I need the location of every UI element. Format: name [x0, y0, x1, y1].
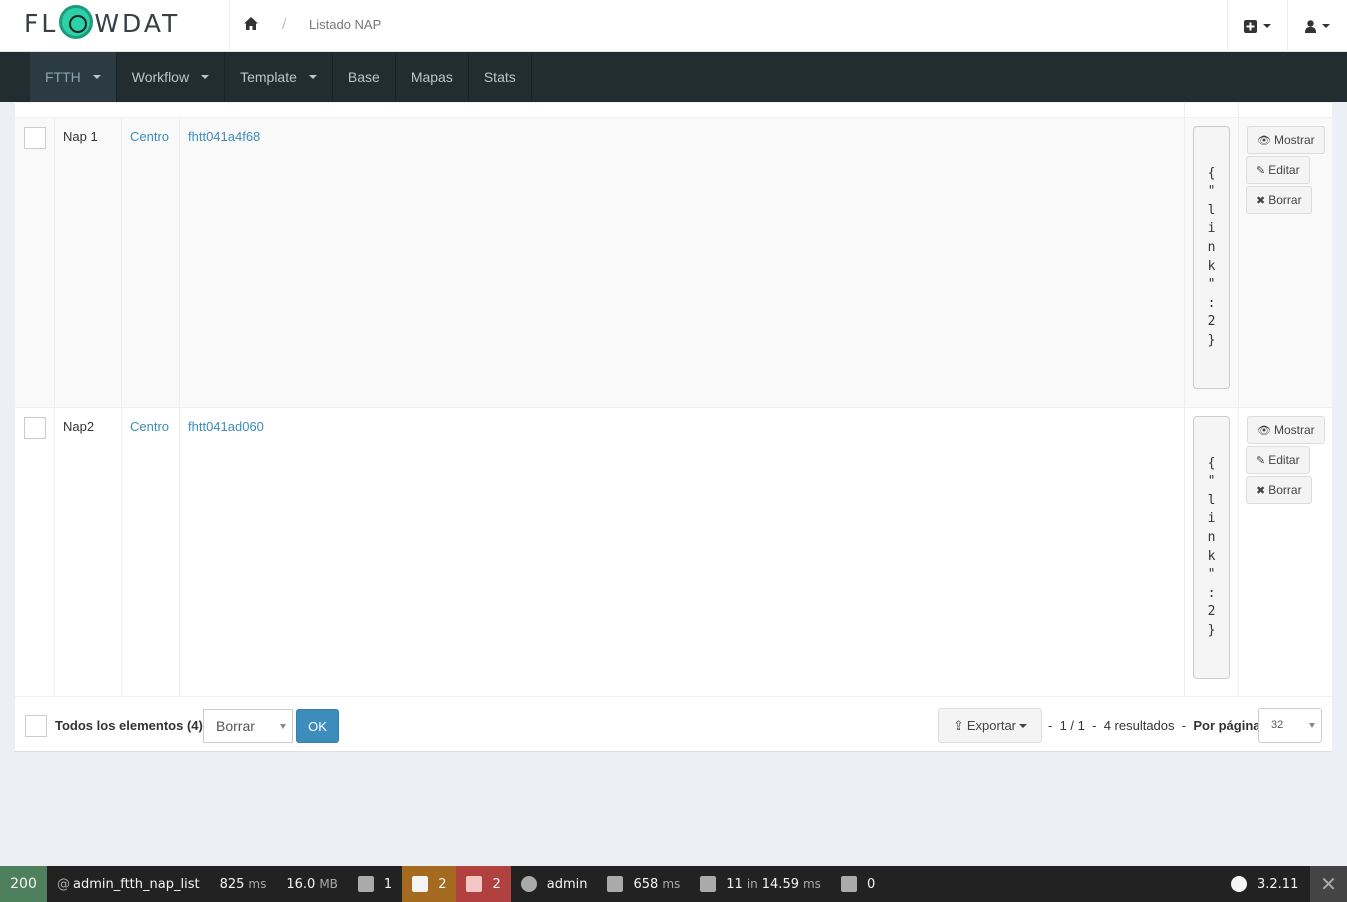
close-icon: ✕: [1320, 872, 1337, 896]
route-name[interactable]: @ admin_ftth_nap_list: [47, 866, 210, 902]
nav-base[interactable]: Base: [333, 52, 396, 102]
batch-action-select[interactable]: Borrar: [203, 709, 293, 743]
per-page-select[interactable]: 32: [1258, 708, 1322, 743]
nav-mapas[interactable]: Mapas: [396, 52, 469, 102]
database-panel[interactable]: 11 in 14.59 ms: [690, 866, 831, 902]
ok-button[interactable]: OK: [296, 709, 339, 743]
security-panel[interactable]: admin: [511, 866, 598, 902]
chevron-down-icon: [201, 75, 210, 79]
chevron-down-icon: [1263, 24, 1271, 28]
nap-name: Nap2: [63, 419, 95, 434]
chevron-down-icon: [92, 75, 101, 79]
status-code[interactable]: 200: [0, 866, 47, 902]
logs-panel[interactable]: 1: [348, 866, 402, 902]
zone-link[interactable]: Centro: [130, 419, 169, 434]
show-button[interactable]: 👁 Mostrar: [1247, 416, 1325, 444]
plus-square-icon: [1244, 19, 1257, 33]
nap-name: Nap 1: [63, 129, 98, 144]
export-button[interactable]: ⇪ Exportar: [938, 708, 1042, 743]
row-checkbox[interactable]: [24, 127, 46, 149]
json-data-box: { " l i n k " : 2 }: [1193, 126, 1230, 389]
pagination-info: - 1 / 1 - 4 resultados - Por página: [1048, 718, 1261, 733]
forms-panel[interactable]: 0: [831, 866, 885, 902]
table-row-partial: [15, 102, 1332, 117]
share-icon: ⇪: [952, 717, 964, 733]
render-time-panel[interactable]: 658 ms: [597, 866, 690, 902]
breadcrumb-current: Listado NAP: [309, 17, 382, 32]
breadcrumb-separator: /: [282, 17, 287, 32]
table-row: Nap 1 Centro fhtt041a4f68 { " l i n k " …: [15, 117, 1332, 407]
device-link[interactable]: fhtt041ad060: [188, 419, 264, 434]
home-icon[interactable]: [244, 17, 258, 31]
translations-panel[interactable]: 2: [456, 866, 511, 902]
eye-icon: 👁: [1257, 134, 1271, 147]
main-navbar: FTTH Workflow Template Base Mapas Stats: [0, 52, 1347, 102]
logo-circle-icon: [59, 5, 94, 39]
request-time[interactable]: 825 ms: [210, 866, 277, 902]
chevron-down-icon: [1322, 24, 1330, 28]
table-row: Nap2 Centro fhtt041ad060 { " l i n k " :…: [15, 407, 1332, 696]
timer-icon: [607, 876, 624, 892]
exclamation-icon: [412, 876, 429, 892]
user-menu-button[interactable]: [1287, 0, 1347, 52]
nav-template[interactable]: Template: [225, 52, 333, 102]
delete-button[interactable]: ✖ Borrar: [1246, 186, 1312, 214]
close-icon: ✖: [1256, 484, 1266, 497]
chevron-down-icon: [1019, 723, 1028, 728]
eye-icon: 👁: [1257, 424, 1271, 437]
close-icon: ✖: [1256, 194, 1266, 207]
device-link[interactable]: fhtt041a4f68: [188, 129, 260, 144]
add-menu-button[interactable]: [1227, 0, 1287, 52]
user-icon: [520, 876, 537, 892]
clipboard-icon: [357, 876, 374, 892]
logo-text: FL WDAT: [24, 5, 180, 39]
batch-actions-bar: Todos los elementos (4) Borrar OK ⇪ Expo…: [15, 696, 1332, 752]
close-toolbar-button[interactable]: ✕: [1310, 866, 1347, 902]
translation-icon: [466, 876, 483, 892]
nap-list-table: Nap 1 Centro fhtt041a4f68 { " l i n k " …: [15, 102, 1332, 752]
edit-button[interactable]: ✎ Editar: [1246, 446, 1310, 474]
json-data-box: { " l i n k " : 2 }: [1193, 416, 1230, 679]
nav-ftth[interactable]: FTTH: [30, 52, 117, 102]
logo[interactable]: FL WDAT: [0, 0, 230, 52]
grid-icon: [840, 876, 857, 892]
select-all-checkbox[interactable]: [25, 715, 47, 737]
warnings-panel[interactable]: 2: [402, 866, 457, 902]
chevron-down-icon: [308, 75, 317, 79]
select-all-label: Todos los elementos (4): [55, 718, 203, 733]
symfony-version[interactable]: 3.2.11: [1221, 866, 1308, 902]
nav-stats[interactable]: Stats: [469, 52, 532, 102]
show-button[interactable]: 👁 Mostrar: [1247, 126, 1325, 154]
symfony-logo-icon: [1231, 876, 1247, 892]
pencil-icon: ✎: [1256, 454, 1266, 467]
memory-usage[interactable]: 16.0 MB: [276, 866, 348, 902]
user-icon: [1305, 19, 1316, 33]
pencil-icon: ✎: [1256, 164, 1266, 177]
top-header: FL WDAT / Listado NAP: [0, 0, 1347, 52]
database-icon: [700, 876, 717, 892]
delete-button[interactable]: ✖ Borrar: [1246, 476, 1312, 504]
edit-button[interactable]: ✎ Editar: [1246, 156, 1310, 184]
zone-link[interactable]: Centro: [130, 129, 169, 144]
nav-workflow[interactable]: Workflow: [117, 52, 226, 102]
row-checkbox[interactable]: [24, 417, 46, 439]
symfony-debug-toolbar: 200 @ admin_ftth_nap_list 825 ms 16.0 MB 1 …: [0, 866, 1347, 902]
